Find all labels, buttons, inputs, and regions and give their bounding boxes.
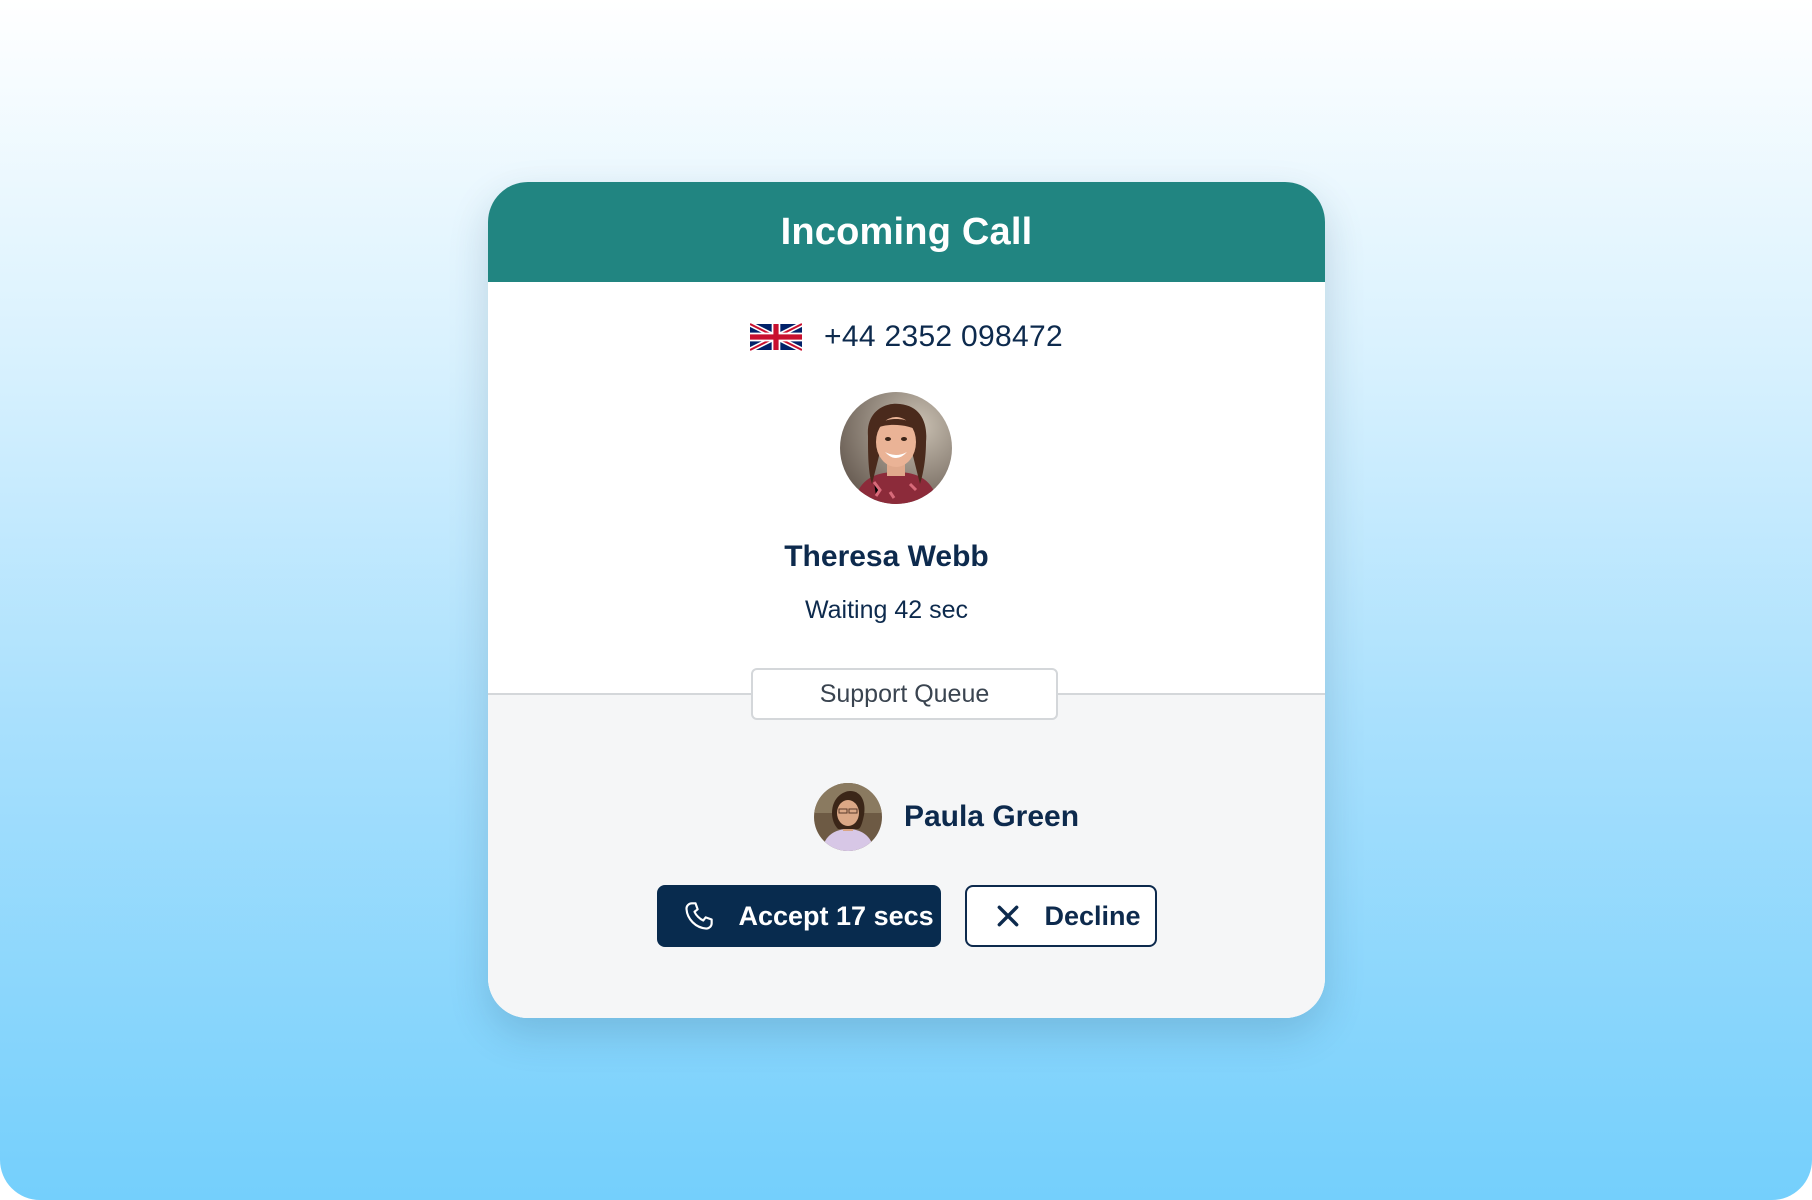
caller-name: Theresa Webb [784,540,989,573]
incoming-call-card: Incoming Call +44 2352 098472 Theresa We… [488,182,1325,1018]
accept-call-button[interactable]: Accept 17 secs [656,885,941,947]
caller-section: +44 2352 098472 Theresa Webb Waiting 42 … [488,282,1325,693]
close-icon [997,905,1018,927]
agent-row: Paula Green [528,783,1325,851]
phone-icon [684,902,713,930]
united-kingdom-flag-icon [750,323,803,351]
card-header: Incoming Call [488,182,1325,282]
caller-photo [840,392,952,504]
waiting-time: Waiting 42 sec [804,596,969,624]
decline-call-button[interactable]: Decline [964,885,1157,947]
accept-label: Accept 17 secs [738,900,934,931]
agent-section: Support Queue Paula Green Accept 17 secs… [488,668,1325,1018]
agent-avatar [813,783,882,851]
phone-row: +44 2352 098472 [488,320,1325,354]
card-title: Incoming Call [780,210,1033,253]
page-background: Incoming Call +44 2352 098472 Theresa We… [0,0,1812,1200]
caller-phone-number: +44 2352 098472 [824,320,1063,353]
caller-avatar [840,392,952,504]
agent-photo [813,783,882,851]
call-actions: Accept 17 secs Decline [488,885,1325,947]
decline-label: Decline [1044,900,1141,931]
queue-badge: Support Queue [751,668,1058,720]
agent-name: Paula Green [903,800,1080,833]
